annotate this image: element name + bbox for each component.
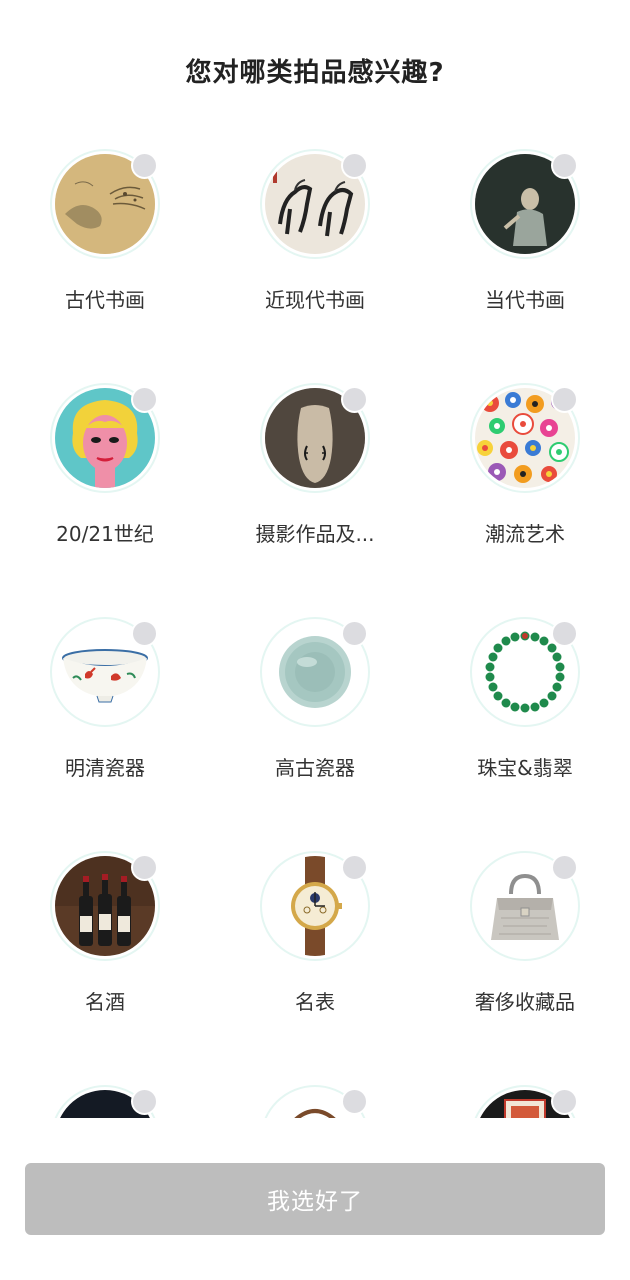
category-item-partial-1[interactable] — [0, 1076, 210, 1118]
select-checkbox[interactable] — [131, 386, 158, 413]
category-label: 20/21世纪 — [56, 522, 154, 546]
category-grid: 古代书画 近现代书画 当代书画 20/21世纪 摄影作品及... 潮流艺术 明清… — [0, 140, 630, 1118]
select-checkbox[interactable] — [131, 152, 158, 179]
category-label: 珠宝&翡翠 — [477, 756, 573, 780]
category-label: 名酒 — [85, 990, 125, 1014]
select-checkbox[interactable] — [131, 620, 158, 647]
select-checkbox[interactable] — [551, 152, 578, 179]
select-checkbox[interactable] — [341, 152, 368, 179]
category-item-contemporary-painting[interactable]: 当代书画 — [420, 140, 630, 374]
category-item-photography[interactable]: 摄影作品及... — [210, 374, 420, 608]
category-item-modern-painting[interactable]: 近现代书画 — [210, 140, 420, 374]
category-label: 古代书画 — [65, 288, 145, 312]
page-title: 您对哪类拍品感兴趣? — [185, 58, 445, 88]
select-checkbox[interactable] — [341, 386, 368, 413]
select-checkbox[interactable] — [551, 620, 578, 647]
select-checkbox[interactable] — [341, 854, 368, 881]
category-grid-viewport[interactable]: 古代书画 近现代书画 当代书画 20/21世纪 摄影作品及... 潮流艺术 明清… — [0, 140, 630, 1118]
confirm-selection-button[interactable]: 我选好了 — [25, 1163, 605, 1235]
category-item-20-21-century[interactable]: 20/21世纪 — [0, 374, 210, 608]
select-checkbox[interactable] — [131, 854, 158, 881]
category-label: 潮流艺术 — [485, 522, 565, 546]
select-checkbox[interactable] — [551, 854, 578, 881]
category-item-partial-2[interactable] — [210, 1076, 420, 1118]
category-item-fine-watch[interactable]: 名表 — [210, 842, 420, 1076]
select-checkbox[interactable] — [551, 386, 578, 413]
select-checkbox[interactable] — [341, 1088, 368, 1115]
category-item-fine-wine[interactable]: 名酒 — [0, 842, 210, 1076]
category-item-ming-qing-porcelain[interactable]: 明清瓷器 — [0, 608, 210, 842]
select-checkbox[interactable] — [551, 1088, 578, 1115]
category-item-trend-art[interactable]: 潮流艺术 — [420, 374, 630, 608]
category-label: 名表 — [295, 990, 335, 1014]
category-label: 高古瓷器 — [275, 756, 355, 780]
select-checkbox[interactable] — [131, 1088, 158, 1115]
category-item-ancient-porcelain[interactable]: 高古瓷器 — [210, 608, 420, 842]
category-item-luxury-collectibles[interactable]: 奢侈收藏品 — [420, 842, 630, 1076]
category-label: 摄影作品及... — [255, 522, 375, 546]
category-item-jewelry-jade[interactable]: 珠宝&翡翠 — [420, 608, 630, 842]
category-label: 近现代书画 — [265, 288, 365, 312]
select-checkbox[interactable] — [341, 620, 368, 647]
category-item-partial-3[interactable] — [420, 1076, 630, 1118]
category-item-ancient-painting[interactable]: 古代书画 — [0, 140, 210, 374]
category-label: 明清瓷器 — [65, 756, 145, 780]
category-label: 奢侈收藏品 — [475, 990, 575, 1014]
category-label: 当代书画 — [485, 288, 565, 312]
interest-selection-screen: 您对哪类拍品感兴趣? 古代书画 近现代书画 当代书画 20/21世纪 摄影作品及… — [0, 0, 630, 1280]
